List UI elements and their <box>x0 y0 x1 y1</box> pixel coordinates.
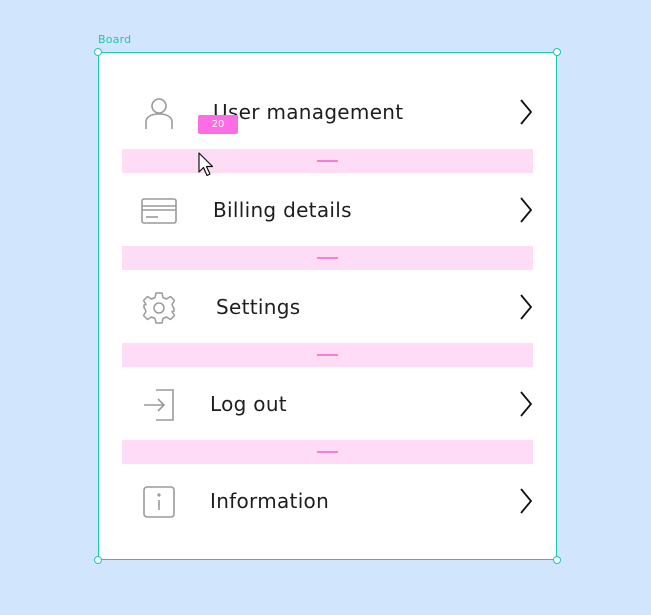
spacing-measure-badge: 20 <box>198 115 238 134</box>
menu-item-label: Log out <box>210 392 287 416</box>
chevron-right-icon <box>518 487 534 515</box>
info-icon <box>139 484 179 520</box>
mouse-cursor-icon <box>198 152 214 178</box>
chevron-right-icon <box>518 98 534 126</box>
spacing-indicator <box>122 246 533 270</box>
spacing-indicator <box>122 440 533 464</box>
chevron-right-icon <box>518 390 534 418</box>
menu-item-label: Settings <box>216 295 301 319</box>
spacing-marker <box>317 160 338 162</box>
log-out-icon <box>139 387 179 423</box>
menu-item-log-out[interactable]: Log out <box>122 370 534 438</box>
menu-item-billing-details[interactable]: Billing details <box>122 176 534 244</box>
menu-item-settings[interactable]: Settings <box>122 273 534 341</box>
menu-item-user-management[interactable]: User management <box>122 78 534 146</box>
spacing-marker <box>317 257 338 259</box>
resize-handle-top-left[interactable] <box>94 48 102 56</box>
board-label[interactable]: Board <box>98 33 131 46</box>
menu-item-label: Billing details <box>213 198 352 222</box>
credit-card-icon <box>139 193 179 229</box>
spacing-marker <box>317 354 338 356</box>
resize-handle-top-right[interactable] <box>553 48 561 56</box>
menu-item-label: User management <box>213 100 404 124</box>
resize-handle-bottom-left[interactable] <box>94 556 102 564</box>
chevron-right-icon <box>518 196 534 224</box>
spacing-marker <box>317 451 338 453</box>
spacing-indicator <box>122 343 533 367</box>
gear-icon <box>139 290 179 326</box>
user-icon <box>139 95 179 131</box>
resize-handle-bottom-right[interactable] <box>553 556 561 564</box>
spacing-indicator <box>122 149 533 173</box>
design-canvas[interactable]: Board User management Billing details Se… <box>0 0 651 615</box>
chevron-right-icon <box>518 293 534 321</box>
menu-item-information[interactable]: Information <box>122 467 534 535</box>
menu-item-label: Information <box>210 489 330 513</box>
